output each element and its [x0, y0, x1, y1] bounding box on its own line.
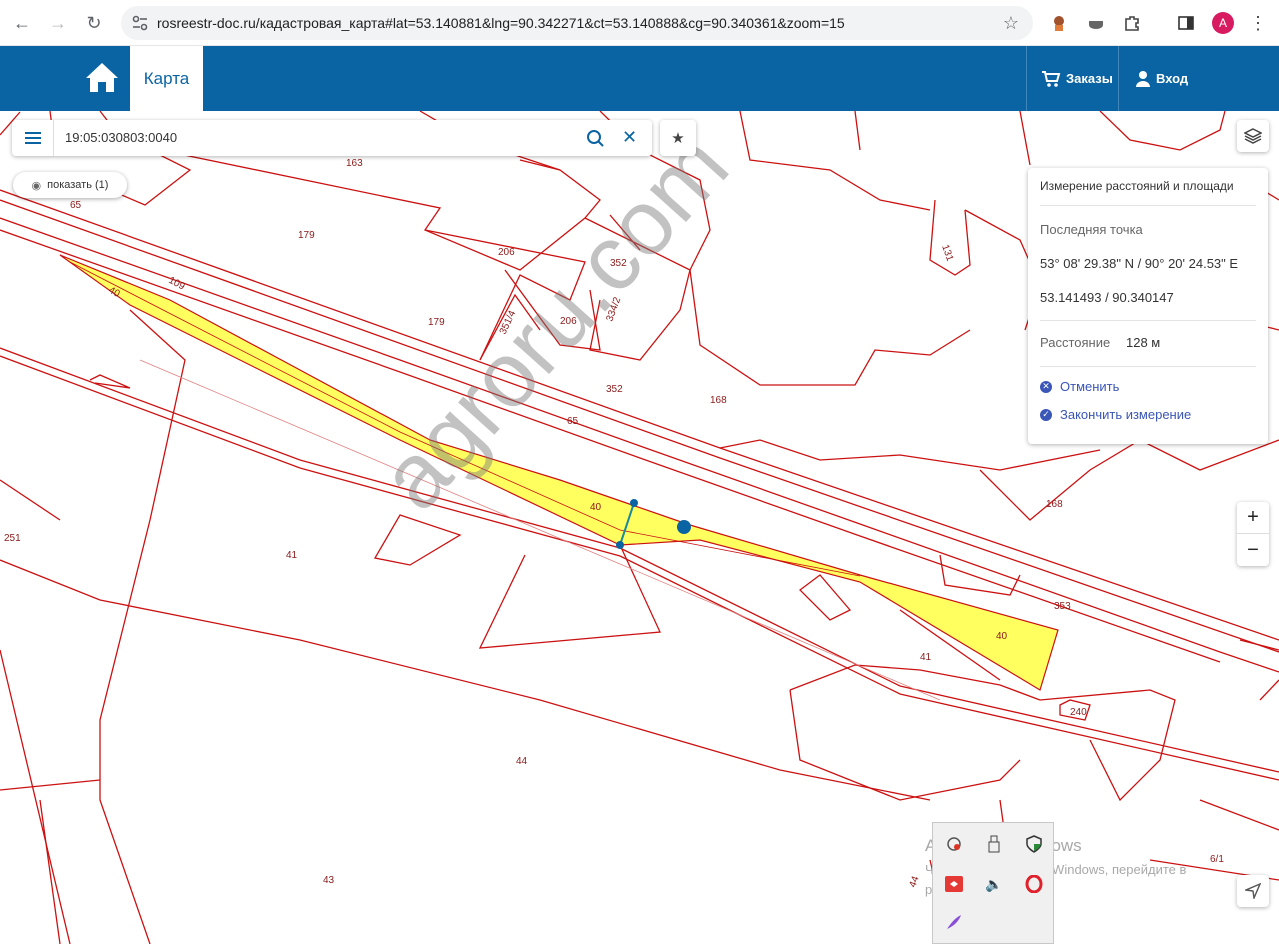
parcel-label: 206 — [560, 316, 577, 327]
address-bar[interactable]: rosreestr-doc.ru/кадастровая_карта#lat=5… — [121, 6, 1033, 40]
login-button[interactable]: Вход — [1118, 46, 1279, 111]
forward-icon[interactable]: → — [44, 9, 72, 37]
parcel-label: 41 — [920, 652, 932, 663]
search-panel: 19:05:030803:0040 ✕ — [12, 120, 652, 156]
parcel-label: 40 — [996, 631, 1008, 642]
selected-parcel[interactable] — [59, 254, 1059, 691]
menu-icon[interactable] — [12, 120, 54, 156]
user-icon — [1136, 70, 1150, 87]
extension-icon[interactable] — [1048, 12, 1070, 34]
parcel-label: 44 — [907, 874, 921, 889]
cancel-label: Отменить — [1060, 379, 1120, 394]
parcel-label: 41 — [286, 550, 298, 561]
reload-icon[interactable]: ↻ — [80, 9, 108, 37]
parcel-label: 6/1 — [1210, 854, 1224, 865]
orders-button[interactable]: Заказы — [1026, 46, 1118, 111]
cancel-measure-button[interactable]: ✕ Отменить — [1040, 379, 1119, 394]
zoom-out-button[interactable]: − — [1237, 534, 1269, 566]
coords-decimal: 53.141493 / 90.340147 — [1040, 290, 1174, 305]
show-results-button[interactable]: ◉ показать (1) — [13, 172, 127, 198]
parcel-label: 43 — [323, 875, 335, 886]
favorite-star-icon[interactable]: ★ — [660, 120, 696, 156]
parcel-label: 240 — [1070, 707, 1087, 718]
orders-label: Заказы — [1066, 71, 1113, 86]
extension-icon[interactable] — [1085, 12, 1107, 34]
distance-label: Расстояние — [1040, 335, 1111, 350]
parcel-label: 179 — [298, 230, 315, 241]
parcel-label: 163 — [346, 158, 363, 169]
cancel-icon: ✕ — [1040, 380, 1052, 393]
parcel-label: 44 — [516, 756, 528, 767]
cart-icon — [1042, 70, 1061, 87]
parcel-label: 65 — [567, 416, 579, 427]
zoom-control: + − — [1237, 502, 1269, 566]
finish-measure-button[interactable]: ✓ Закончить измерение — [1040, 407, 1191, 422]
site-settings-icon[interactable] — [131, 14, 149, 32]
tray-app-icon[interactable] — [941, 831, 967, 857]
parcel-label: 168 — [1046, 499, 1063, 510]
back-icon[interactable]: ← — [8, 9, 36, 37]
check-icon: ✓ — [1040, 408, 1052, 421]
parcel-label: 334/2 — [604, 295, 623, 323]
side-panel-icon[interactable] — [1175, 12, 1197, 34]
security-shield-icon[interactable] — [1021, 831, 1047, 857]
parcel-label: 206 — [498, 247, 515, 258]
eye-icon: ◉ — [31, 179, 42, 192]
opera-icon[interactable] — [1021, 871, 1047, 897]
kebab-menu-icon[interactable]: ⋮ — [1247, 12, 1269, 34]
measurement-title: Измерение расстояний и площади — [1040, 179, 1234, 193]
bookmark-star-icon[interactable]: ☆ — [1003, 13, 1019, 34]
tray-app-red-icon[interactable] — [941, 871, 967, 897]
parcel-label: 168 — [710, 395, 727, 406]
parcel-label: 65 — [70, 200, 82, 211]
finish-label: Закончить измерение — [1060, 407, 1192, 422]
coords-dms: 53° 08' 29.38" N / 90° 20' 24.53" E — [1040, 256, 1239, 271]
measure-point[interactable] — [616, 541, 624, 549]
profile-avatar[interactable]: A — [1212, 12, 1234, 34]
browser-toolbar: ← → ↻ rosreestr-doc.ru/кадастровая_карта… — [0, 0, 1279, 46]
home-icon[interactable] — [82, 58, 122, 98]
parcel-label: 352 — [610, 258, 627, 269]
close-icon[interactable]: ✕ — [622, 127, 637, 148]
parcel-label: 131 — [939, 243, 955, 263]
locate-icon[interactable] — [1237, 875, 1269, 907]
search-input[interactable]: 19:05:030803:0040 — [65, 130, 177, 145]
search-icon[interactable] — [586, 129, 604, 147]
parcel-label: 251 — [4, 533, 21, 544]
divider — [1040, 205, 1256, 206]
system-tray-popup: 🔈 — [932, 822, 1054, 944]
divider — [1040, 366, 1256, 367]
parcel-label: 40 — [590, 502, 602, 513]
distance-value: 128 м — [1126, 335, 1161, 350]
measure-cursor-point[interactable] — [677, 520, 691, 534]
login-label: Вход — [1156, 71, 1189, 86]
measure-point[interactable] — [630, 499, 638, 507]
parcel-label: 179 — [428, 317, 445, 328]
usb-icon[interactable] — [981, 831, 1007, 857]
puzzle-icon[interactable] — [1121, 12, 1143, 34]
zoom-in-button[interactable]: + — [1237, 502, 1269, 534]
feather-icon[interactable] — [941, 909, 967, 935]
measurement-panel: Измерение расстояний и площади Последняя… — [1028, 168, 1268, 444]
layers-icon[interactable] — [1237, 120, 1269, 152]
last-point-label: Последняя точка — [1040, 222, 1143, 237]
volume-icon[interactable]: 🔈 — [981, 871, 1007, 897]
divider — [1040, 320, 1256, 321]
parcel-label: 352 — [606, 384, 623, 395]
parcel-label: 353 — [1054, 601, 1071, 612]
app-header: Карта Заказы Вход — [0, 46, 1279, 111]
tab-map[interactable]: Карта — [130, 46, 203, 111]
show-results-label: показать (1) — [47, 179, 109, 191]
url-text: rosreestr-doc.ru/кадастровая_карта#lat=5… — [157, 15, 845, 31]
